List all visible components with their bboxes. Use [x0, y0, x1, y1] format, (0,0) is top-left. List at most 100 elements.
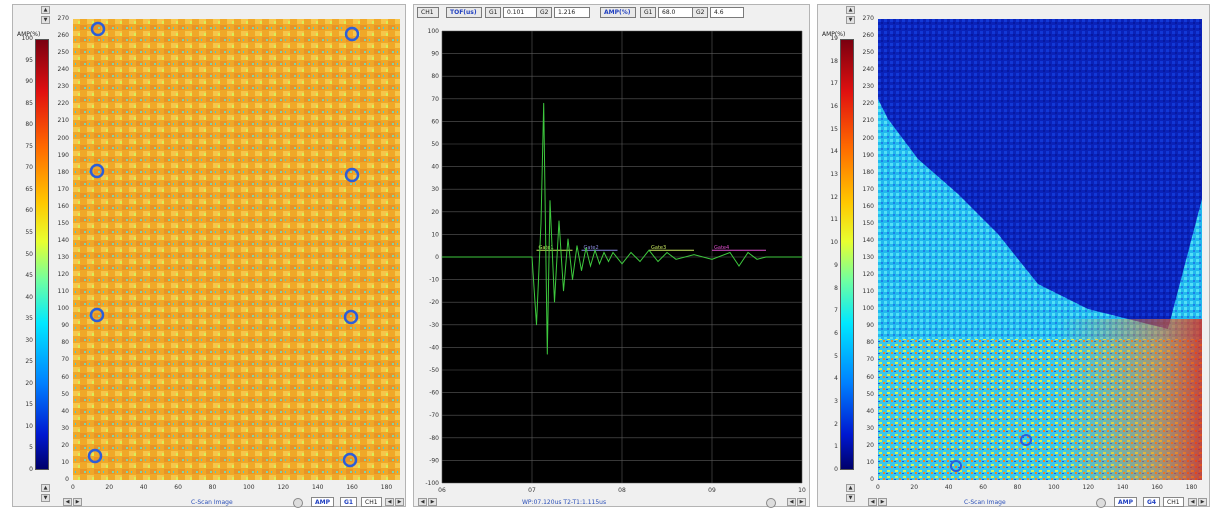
- amp-g2-value: 4.6: [710, 7, 744, 18]
- tab-amp[interactable]: AMP: [311, 497, 335, 507]
- tof-label: TOF(us): [446, 7, 482, 18]
- x-tick-label: 08: [618, 487, 626, 494]
- y-axis-tick: 120: [57, 271, 69, 279]
- y-axis-tick: 270: [862, 15, 874, 22]
- toggle-circle-icon[interactable]: [293, 498, 303, 508]
- scale-tick: 13: [830, 171, 838, 179]
- scale-tick: 15: [25, 401, 33, 409]
- tab-next-button[interactable]: ▶: [395, 498, 404, 506]
- ascan-tab-prev-button[interactable]: ◀: [787, 498, 796, 506]
- tab-prev-button[interactable]: ◀: [1188, 498, 1197, 506]
- scroll-right-button[interactable]: ▶: [878, 498, 887, 506]
- y-axis-tick: 140: [862, 236, 874, 244]
- y-axis-tick: 0: [65, 476, 69, 483]
- y-axis-tick: 240: [862, 66, 874, 74]
- y-axis-tick: 130: [57, 254, 69, 262]
- y-axis-tick: 50: [866, 390, 874, 398]
- y-tick-label: 80: [431, 73, 439, 80]
- x-axis-tick: 120: [277, 484, 289, 491]
- y-axis-tick: 270: [57, 15, 69, 22]
- y-axis-tick: 220: [862, 100, 874, 108]
- h-scroll-down-button[interactable]: ▼: [41, 494, 50, 502]
- y-axis-tick: 0: [870, 476, 874, 483]
- scroll-right-button[interactable]: ▶: [73, 498, 82, 506]
- tab-amp[interactable]: AMP: [1114, 497, 1138, 507]
- y-axis-tick: 210: [862, 117, 874, 125]
- scroll-left-button[interactable]: ◀: [868, 498, 877, 506]
- y-axis-tick: 200: [57, 134, 69, 142]
- h-scroll-up-button[interactable]: ▲: [846, 484, 855, 492]
- scale-down-button[interactable]: ▼: [846, 16, 855, 24]
- y-tick-label: 100: [428, 28, 440, 35]
- tof-g2-label: G2: [536, 7, 552, 18]
- waveform-point: [765, 256, 767, 258]
- cscan-image-right[interactable]: [878, 19, 1202, 480]
- scale-tick: 35: [25, 315, 33, 323]
- x-axis-tick: 160: [346, 484, 358, 491]
- ascan-scroll-left-button[interactable]: ◀: [418, 498, 427, 506]
- x-axis-tick: 80: [1013, 484, 1022, 491]
- scale-tick: 11: [830, 216, 838, 224]
- cscan-footer-label: C-Scan Image: [191, 499, 233, 506]
- scale-up-button[interactable]: ▲: [846, 6, 855, 14]
- y-axis-tick: 150: [57, 219, 69, 227]
- y-tick-label: 40: [431, 164, 439, 171]
- scale-tick: 2: [834, 420, 838, 428]
- y-axis-tick: 60: [866, 373, 874, 381]
- waveform-point: [599, 263, 600, 265]
- waveform-point: [441, 256, 443, 258]
- tab-next-button[interactable]: ▶: [1198, 498, 1207, 506]
- ascan-scroll-right-button[interactable]: ▶: [428, 498, 437, 506]
- scale-tick: 17: [830, 80, 838, 88]
- y-axis-tick: 10: [61, 458, 69, 466]
- scale-tick: 80: [25, 121, 33, 129]
- tab-ch1[interactable]: CH1: [1163, 497, 1184, 507]
- tab-g1[interactable]: G1: [340, 497, 358, 507]
- y-axis-tick: 20: [866, 441, 874, 449]
- y-tick-label: -30: [429, 322, 439, 329]
- tab-prev-button[interactable]: ◀: [385, 498, 394, 506]
- h-scroll-down-button[interactable]: ▼: [846, 494, 855, 502]
- scale-tick: 0: [834, 466, 838, 473]
- ascan-toggle-circle-icon[interactable]: [766, 498, 776, 508]
- tab-ch1[interactable]: CH1: [361, 497, 382, 507]
- amp-g1-label: G1: [640, 7, 656, 18]
- channel-label[interactable]: CH1: [417, 7, 439, 18]
- amp-color-scale: [35, 39, 49, 470]
- tab-g4[interactable]: G4: [1143, 497, 1161, 507]
- cscan-image-left[interactable]: [73, 19, 400, 480]
- x-axis-tick: 40: [139, 484, 148, 491]
- scroll-left-button[interactable]: ◀: [63, 498, 72, 506]
- toggle-circle-icon[interactable]: [1096, 498, 1106, 508]
- right-cscan-panel: ▲ ▼ AMP(%) 19 18 17 16 15 14 13 12 11 10 9 8 7 6 5 4 3 2 1…: [817, 4, 1210, 508]
- y-axis-tick: 180: [862, 168, 874, 176]
- waveform-point: [531, 256, 533, 258]
- cscan-image-right-svg: [878, 19, 1202, 480]
- y-tick-label: -60: [429, 390, 439, 397]
- scale-up-button[interactable]: ▲: [41, 6, 50, 14]
- y-tick-label: 20: [431, 209, 439, 216]
- y-axis-tick: 50: [61, 390, 69, 398]
- y-tick-label: -70: [429, 412, 439, 419]
- waveform-point: [657, 261, 659, 262]
- waveform-point: [536, 324, 537, 326]
- y-axis-tick: 260: [57, 32, 69, 40]
- x-axis-tick: 160: [1151, 484, 1163, 491]
- h-scroll-up-button[interactable]: ▲: [41, 484, 50, 492]
- ascan-tab-next-button[interactable]: ▶: [797, 498, 806, 506]
- scale-tick: 18: [830, 57, 838, 65]
- ascan-chart[interactable]: 1009080706050403020100-10-20-30-40-50-60…: [414, 21, 811, 499]
- waveform-point: [612, 252, 614, 253]
- waveform-point: [558, 220, 560, 222]
- scale-tick: 20: [25, 379, 33, 387]
- x-axis-tick: 80: [208, 484, 217, 491]
- scale-tick: 12: [830, 193, 838, 201]
- y-tick-label: 0: [435, 254, 439, 261]
- x-axis-tick: 40: [944, 484, 953, 491]
- y-axis-tick: 60: [61, 373, 69, 381]
- y-axis-tick: 250: [862, 49, 874, 57]
- waveform-point: [594, 249, 596, 251]
- scale-down-button[interactable]: ▼: [41, 16, 50, 24]
- scale-tick: 95: [25, 56, 33, 64]
- waveform-point: [711, 258, 713, 260]
